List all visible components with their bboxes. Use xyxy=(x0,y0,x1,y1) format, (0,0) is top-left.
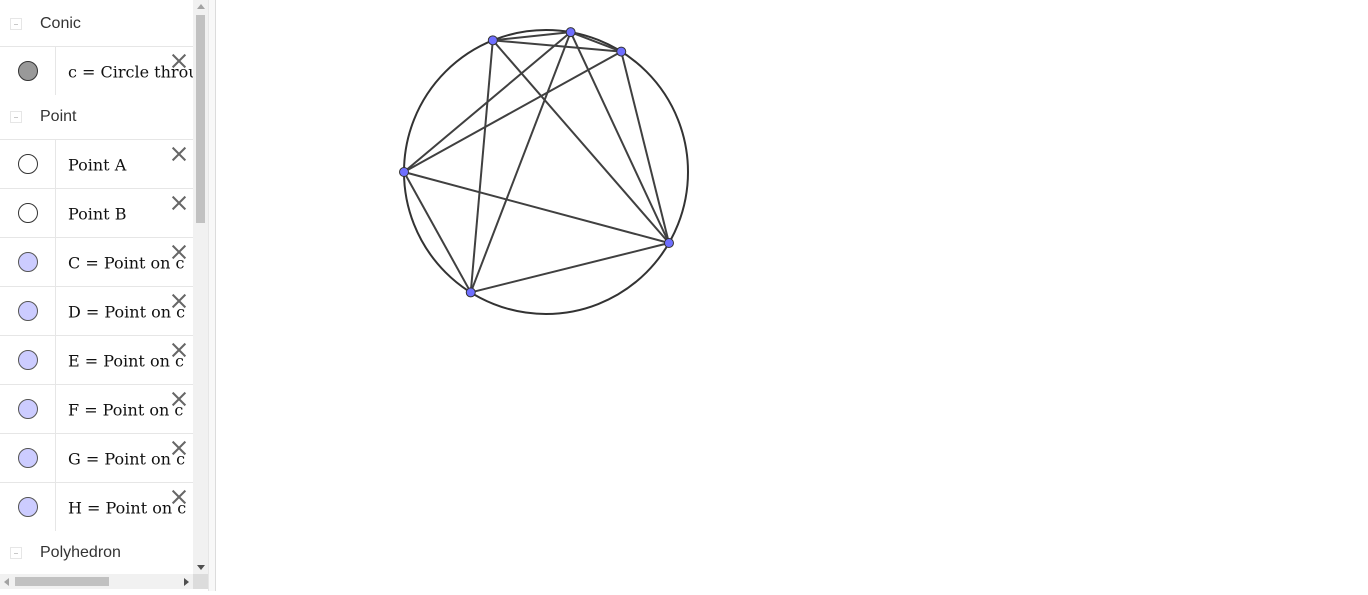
point-on-circle[interactable] xyxy=(663,238,674,248)
delete-icon[interactable] xyxy=(169,144,189,164)
delete-icon[interactable] xyxy=(169,193,189,213)
algebra-row[interactable]: E = Point on c xyxy=(0,335,193,384)
graphics-view[interactable] xyxy=(216,0,1368,591)
segment[interactable] xyxy=(492,39,670,244)
vertical-scrollbar[interactable] xyxy=(193,0,208,574)
delete-icon[interactable] xyxy=(169,291,189,311)
group-label: Polyhedron xyxy=(40,544,121,561)
visibility-dot-icon[interactable] xyxy=(18,154,38,174)
collapse-icon[interactable] xyxy=(10,547,22,559)
visibility-toggle[interactable] xyxy=(0,140,56,188)
vertical-scroll-thumb[interactable] xyxy=(196,15,205,223)
visibility-dot-icon[interactable] xyxy=(18,350,38,370)
point-on-circle[interactable] xyxy=(565,27,576,38)
visibility-toggle[interactable] xyxy=(0,238,56,286)
visibility-dot-icon[interactable] xyxy=(18,61,38,81)
algebra-row[interactable]: Point A xyxy=(0,139,193,188)
construction-canvas[interactable] xyxy=(216,0,1368,591)
visibility-dot-icon[interactable] xyxy=(18,203,38,223)
scroll-down-arrow-icon[interactable] xyxy=(197,565,205,570)
scroll-right-arrow-icon[interactable] xyxy=(184,578,189,586)
visibility-toggle[interactable] xyxy=(0,434,56,482)
visibility-toggle[interactable] xyxy=(0,189,56,237)
visibility-dot-icon[interactable] xyxy=(18,448,38,468)
point-on-circle[interactable] xyxy=(487,35,498,46)
point-on-circle[interactable] xyxy=(465,287,476,298)
algebra-view: Conic c = Circle through A, B, C Point Poin… xyxy=(0,0,193,574)
algebra-row[interactable]: C = Point on c xyxy=(0,237,193,286)
segment[interactable] xyxy=(403,50,622,173)
delete-icon[interactable] xyxy=(169,389,189,409)
point-on-circle[interactable] xyxy=(399,167,409,177)
group-label: Point xyxy=(40,108,77,125)
scroll-left-arrow-icon[interactable] xyxy=(4,578,9,586)
visibility-toggle[interactable] xyxy=(0,47,56,95)
algebra-row[interactable]: D = Point on c xyxy=(0,286,193,335)
algebra-row[interactable]: c = Circle through A, B, C xyxy=(0,46,193,95)
panel-divider[interactable] xyxy=(208,0,216,591)
segment[interactable] xyxy=(569,31,670,244)
group-label: Conic xyxy=(40,15,81,32)
group-header-conic[interactable]: Conic xyxy=(0,2,193,46)
horizontal-scroll-thumb[interactable] xyxy=(15,577,109,586)
visibility-toggle[interactable] xyxy=(0,385,56,433)
circle-c[interactable] xyxy=(403,29,689,315)
algebra-row[interactable]: F = Point on c xyxy=(0,384,193,433)
algebra-row[interactable]: H = Point on c xyxy=(0,482,193,531)
visibility-toggle[interactable] xyxy=(0,287,56,335)
visibility-dot-icon[interactable] xyxy=(18,497,38,517)
segment[interactable] xyxy=(403,171,670,244)
group-header-point[interactable]: Point xyxy=(0,95,193,139)
visibility-dot-icon[interactable] xyxy=(18,301,38,321)
point-on-circle[interactable] xyxy=(616,46,627,57)
visibility-toggle[interactable] xyxy=(0,336,56,384)
delete-icon[interactable] xyxy=(169,438,189,458)
segment[interactable] xyxy=(470,242,670,294)
segment[interactable] xyxy=(469,40,494,293)
scroll-corner xyxy=(193,574,208,589)
visibility-dot-icon[interactable] xyxy=(18,252,38,272)
scroll-up-arrow-icon[interactable] xyxy=(197,4,205,9)
horizontal-scrollbar[interactable] xyxy=(0,574,193,589)
delete-icon[interactable] xyxy=(169,340,189,360)
collapse-icon[interactable] xyxy=(10,18,22,30)
visibility-toggle[interactable] xyxy=(0,483,56,531)
delete-icon[interactable] xyxy=(169,51,189,71)
collapse-icon[interactable] xyxy=(10,111,22,123)
algebra-row[interactable]: G = Point on c xyxy=(0,433,193,482)
group-header-polyhedron[interactable]: Polyhedron xyxy=(0,531,193,574)
algebra-row[interactable]: Point B xyxy=(0,188,193,237)
visibility-dot-icon[interactable] xyxy=(18,399,38,419)
segment[interactable] xyxy=(403,171,472,293)
delete-icon[interactable] xyxy=(169,487,189,507)
delete-icon[interactable] xyxy=(169,242,189,262)
